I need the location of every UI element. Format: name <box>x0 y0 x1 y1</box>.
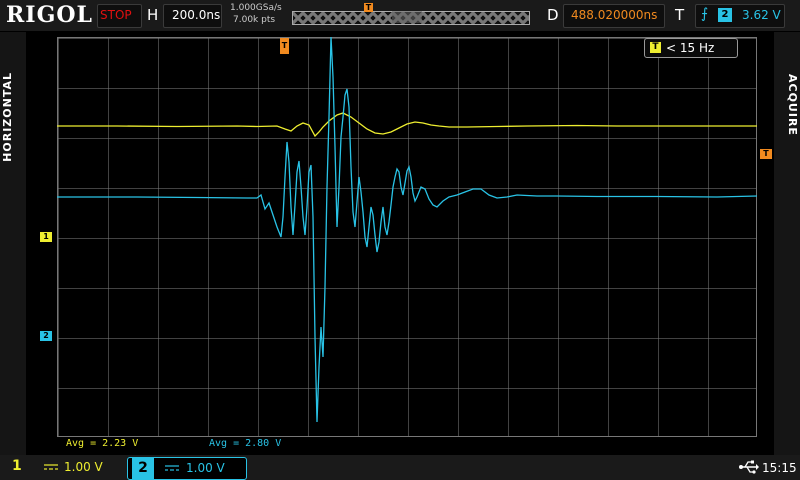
top-status-bar: RIGOL STOP H 200.0ns 1.000GSa/s 7.00k pt… <box>0 0 800 31</box>
trigger-position-marker[interactable]: T <box>280 38 289 54</box>
trigger-level-marker[interactable]: T <box>760 149 772 159</box>
rising-edge-icon: ⨍ <box>701 6 709 22</box>
trigger-level-value: 3.62 V <box>742 8 781 22</box>
ch2-label: 2 <box>132 458 154 479</box>
waveform-traces <box>57 37 757 423</box>
trigger-badge: T <box>650 42 661 53</box>
horizontal-menu-tab[interactable]: HORIZONTAL <box>0 32 26 458</box>
dc-coupling-icon <box>44 464 58 470</box>
memory-view-window <box>392 11 422 23</box>
trigger-label: T <box>675 6 685 24</box>
ch1-label: 1 <box>12 458 22 474</box>
acquire-tab-label: ACQUIRE <box>786 74 799 136</box>
ch2-average-measurement: Avg = 2.80 V <box>209 438 282 449</box>
run-state-text: STOP <box>100 8 132 22</box>
horizontal-tab-label: HORIZONTAL <box>1 72 14 162</box>
ch1-scale-value: 1.00 V <box>64 460 103 474</box>
trigger-source-badge: 2 <box>718 8 732 22</box>
ch1-average-measurement: Avg = 2.23 V <box>66 438 139 449</box>
ch1-waveform <box>57 112 757 138</box>
memory-trigger-marker: T <box>364 3 373 12</box>
ch2-waveform <box>57 37 757 423</box>
ch2-status[interactable]: 2 1.00 V <box>127 457 247 480</box>
memory-depth: 7.00k pts <box>233 15 276 25</box>
clock: 15:15 <box>762 461 797 475</box>
brand-logo: RIGOL <box>6 2 93 28</box>
oscilloscope-screen: RIGOL STOP H 200.0ns 1.000GSa/s 7.00k pt… <box>0 0 800 480</box>
acquire-menu-tab[interactable]: ACQUIRE <box>774 32 800 458</box>
horizontal-label: H <box>147 6 159 24</box>
timebase-value: 200.0ns <box>172 8 221 22</box>
ch2-scale-value: 1.00 V <box>186 461 225 475</box>
delay-label: D <box>547 6 559 24</box>
delay-value: 488.020000ns <box>571 8 658 22</box>
ch1-offset-marker[interactable]: 1 <box>40 232 52 242</box>
usb-icon <box>739 460 759 474</box>
ch2-offset-marker[interactable]: 2 <box>40 331 52 341</box>
sample-rate: 1.000GSa/s <box>230 3 282 13</box>
channel-status-bar: 1 1.00 V 2 1.00 V 15:15 <box>0 455 800 480</box>
frequency-value: < 15 Hz <box>666 41 715 55</box>
dc-coupling-icon <box>165 465 179 471</box>
frequency-counter: T < 15 Hz <box>644 38 738 58</box>
